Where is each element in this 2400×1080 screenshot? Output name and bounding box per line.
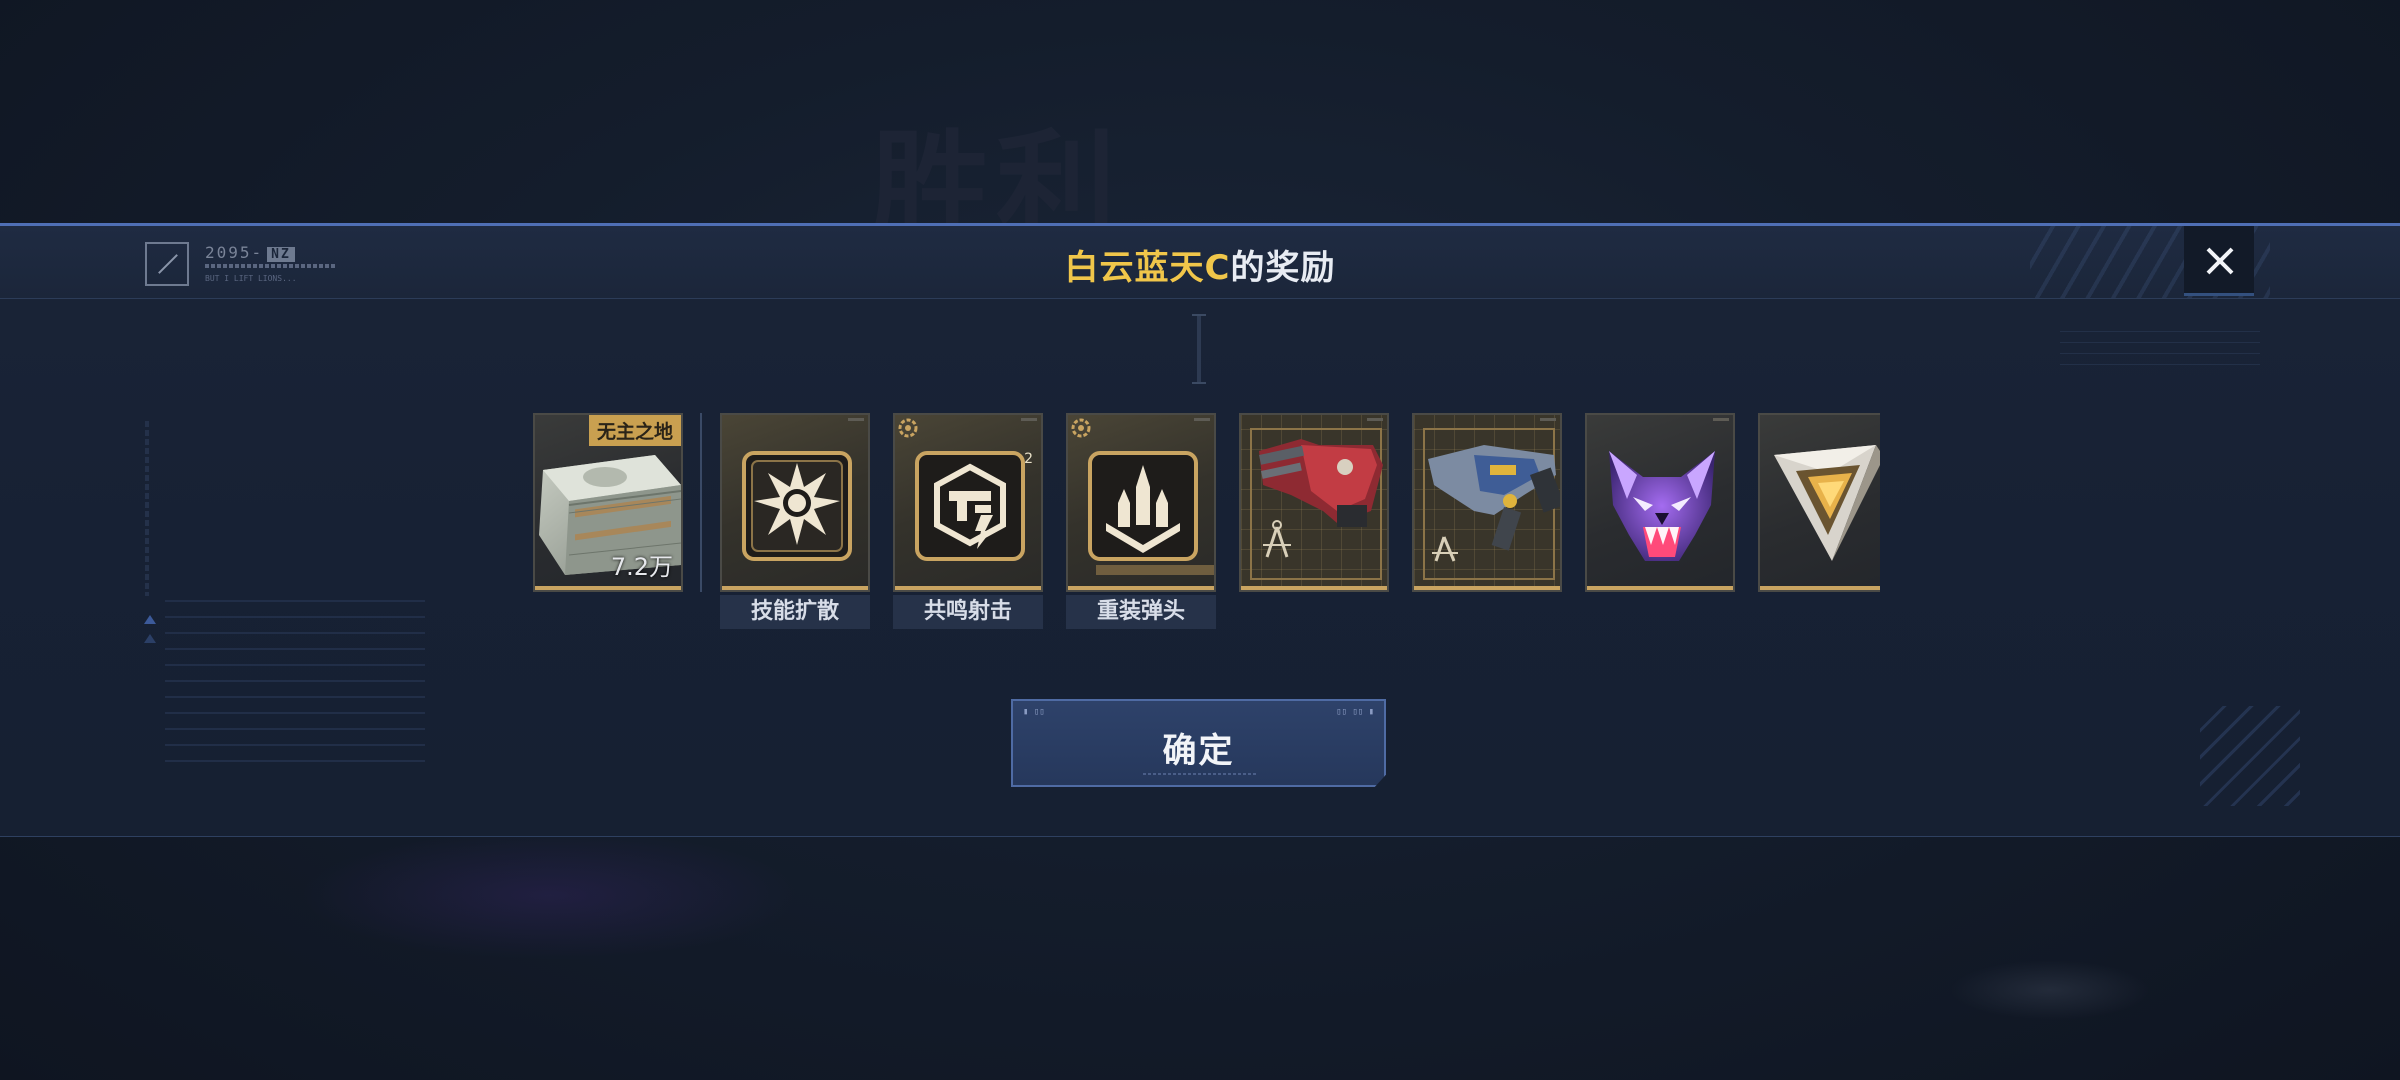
blue-rifle-blueprint-icon (1423, 428, 1560, 580)
reward-modal: 2095- NZ BUT I LIFT LIONS... 白云蓝天C的奖励 无主… (0, 223, 2400, 837)
right-decoration (2060, 321, 2260, 371)
reward-amount: 7.2万 (610, 553, 673, 581)
confirm-button[interactable]: ▮ ▯▯ ▯▯ ▯▯ ▮ 确定 (1011, 699, 1386, 787)
game-screen: 胜利 2095-NZ BUT I LIFT LIONS... 白云蓝天C的奖励 (0, 0, 2400, 1080)
background-blur-art (300, 830, 800, 960)
side-decoration (145, 421, 149, 596)
reward-card-blue-weapon[interactable] (1412, 413, 1562, 592)
gun-chip-icon (915, 451, 1025, 561)
region-tag: 无主之地 (588, 415, 681, 446)
background-blur-art-2 (1950, 960, 2150, 1020)
right-slash-decoration (2200, 706, 2300, 806)
button-corner-mark: ▮ ▯▯ (1023, 707, 1045, 717)
gear-icon (1071, 418, 1091, 438)
gear-icon (898, 418, 918, 438)
reward-card-beast-mask[interactable] (1585, 413, 1735, 592)
reward-card-resonance-shot[interactable]: 2 (893, 413, 1043, 592)
close-button[interactable] (2184, 226, 2254, 296)
wolf-mask-icon (1609, 451, 1715, 561)
player-name: 白云蓝天C (1064, 248, 1231, 288)
side-decoration-lines (165, 586, 425, 766)
triangle-emblem-icon (1774, 445, 1880, 561)
confirm-label[interactable]: 确定 (1013, 723, 1384, 772)
up-arrow-icon (144, 615, 156, 624)
reward-label: 技能扩散 (720, 595, 870, 629)
reward-card-cash[interactable]: 无主之地 7.2万 (533, 413, 683, 592)
reward-label: 共鸣射击 (893, 595, 1043, 629)
reward-card-gold-emblem[interactable] (1758, 413, 1880, 592)
reward-divider (700, 413, 702, 592)
button-corner-mark: ▯▯ ▯▯ ▮ (1336, 707, 1374, 717)
red-rifle-blueprint-icon (1250, 428, 1383, 580)
rewards-row: 无主之地 7.2万 技能扩散 2 共鸣射击 重装弹头 (533, 413, 1880, 633)
burst-icon (742, 451, 852, 561)
reward-card-red-weapon[interactable] (1239, 413, 1389, 592)
button-underline (1143, 773, 1258, 775)
title-suffix: 的奖励 (1230, 248, 1336, 288)
up-arrow-outline-icon (144, 634, 156, 643)
scroll-indicator (1192, 314, 1206, 384)
modal-title: 白云蓝天C的奖励 (0, 240, 2400, 289)
reward-card-heavy-warhead[interactable] (1066, 413, 1216, 592)
reward-card-skill-spread[interactable] (720, 413, 870, 592)
reward-label: 重装弹头 (1066, 595, 1216, 629)
warhead-icon (1088, 451, 1214, 575)
modal-header: 2095- NZ BUT I LIFT LIONS... 白云蓝天C的奖励 (0, 226, 2400, 299)
